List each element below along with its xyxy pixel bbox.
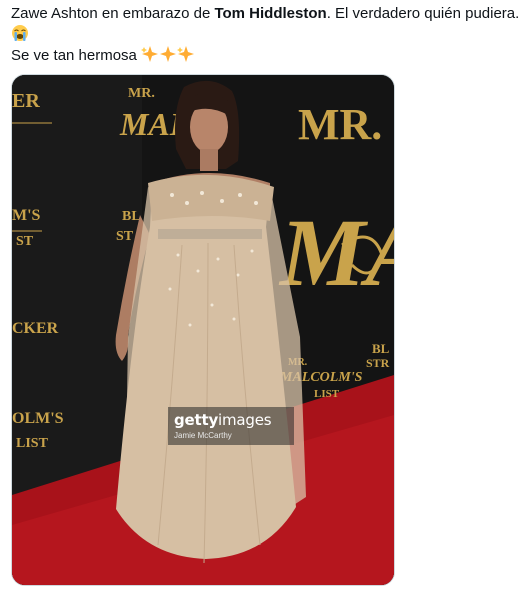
sparkles-icon — [141, 46, 195, 62]
tweet-text-part: . El verdadero quién pudiera. — [326, 5, 520, 22]
getty-watermark: gettyimages Jamie McCarthy — [168, 407, 294, 445]
backdrop-text: ST — [16, 234, 34, 249]
mention-bold-name: Tom Hiddleston — [214, 5, 327, 22]
backdrop-text: BL — [372, 341, 390, 356]
backdrop-text: ER — [12, 90, 40, 112]
red-carpet-photo: ER M'S ST CKER OLM'S LIST MR. MALC BL ST… — [12, 75, 394, 585]
getty-logo-rest: images — [218, 411, 272, 429]
backdrop-text: ST — [116, 229, 134, 244]
backdrop-text: MR. — [298, 100, 382, 149]
tweet-line-1: Zawe Ashton en embarazo de Tom Hiddlesto… — [11, 4, 520, 24]
backdrop-text: LIST — [314, 388, 340, 400]
backdrop-text: MR. — [128, 86, 155, 101]
backdrop-text: MA — [278, 199, 394, 306]
backdrop-text: OLM'S — [12, 410, 64, 427]
backdrop-text: M'S — [12, 207, 41, 224]
loudly-crying-face-icon — [12, 25, 28, 41]
getty-logo: gettyimages — [174, 411, 272, 429]
backdrop-text: CKER — [12, 320, 59, 337]
tweet-line-2 — [11, 24, 517, 45]
tweet-photo[interactable]: ER M'S ST CKER OLM'S LIST MR. MALC BL ST… — [11, 74, 395, 586]
backdrop-text: STR — [366, 356, 390, 370]
photo-credit: Jamie McCarthy — [174, 431, 232, 440]
backdrop-text: BL — [122, 209, 141, 224]
tweet-line-3: Se ve tan hermosa — [11, 45, 517, 66]
getty-logo-bold: getty — [174, 411, 219, 429]
tweet-text-part: Se ve tan hermosa — [11, 47, 137, 64]
backdrop-text: LIST — [16, 436, 49, 451]
tweet-text: Zawe Ashton en embarazo de Tom Hiddlesto… — [11, 4, 520, 66]
tweet-text-part: Zawe Ashton en embarazo de — [11, 5, 215, 22]
